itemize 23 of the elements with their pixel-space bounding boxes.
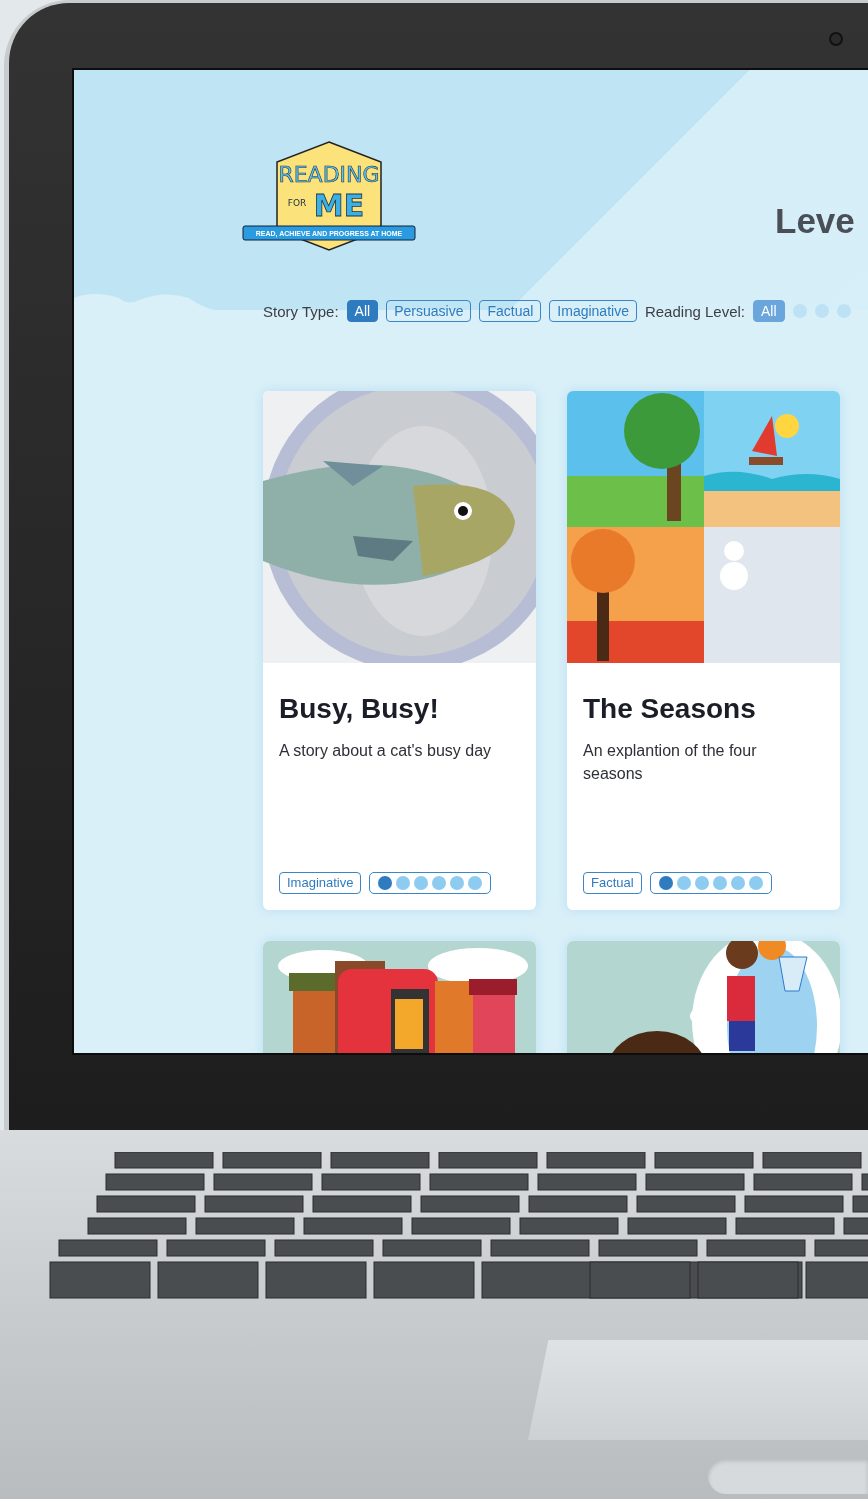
- filter-label: Reading Level:: [644, 302, 745, 320]
- logo-text: ME: [313, 188, 365, 223]
- level-dot[interactable]: [836, 304, 851, 318]
- story-type-tag: Factual: [583, 872, 642, 894]
- logo-text: FOR: [287, 198, 307, 208]
- level-dot[interactable]: [792, 304, 807, 318]
- camera-icon: [829, 32, 843, 46]
- page-heading: Leve: [775, 201, 855, 241]
- filter-chip[interactable]: Imaginative: [549, 300, 637, 322]
- story-type-tag: Imaginative: [279, 872, 362, 894]
- card-description: An explantion of the four seasons: [583, 741, 758, 784]
- filter-chip[interactable]: Persuasive: [386, 300, 472, 322]
- card-description: A story about a cat's busy day: [279, 741, 493, 761]
- level-dot[interactable]: [814, 304, 829, 318]
- card-title: Busy, Busy!: [279, 693, 440, 725]
- story-card[interactable]: Busy, Busy! A story about a cat's busy day Imaginative: [263, 391, 536, 910]
- filter-chip[interactable]: All: [346, 300, 379, 322]
- logo-text: READING: [278, 162, 380, 187]
- story-card[interactable]: The Seasons An explantion of the four seasons Factual: [567, 391, 840, 910]
- filter-label: Story Type:: [263, 302, 339, 320]
- filter-chip[interactable]: All: [753, 300, 785, 322]
- filter-chip[interactable]: Factual: [479, 300, 542, 322]
- card-title: The Seasons: [583, 693, 757, 725]
